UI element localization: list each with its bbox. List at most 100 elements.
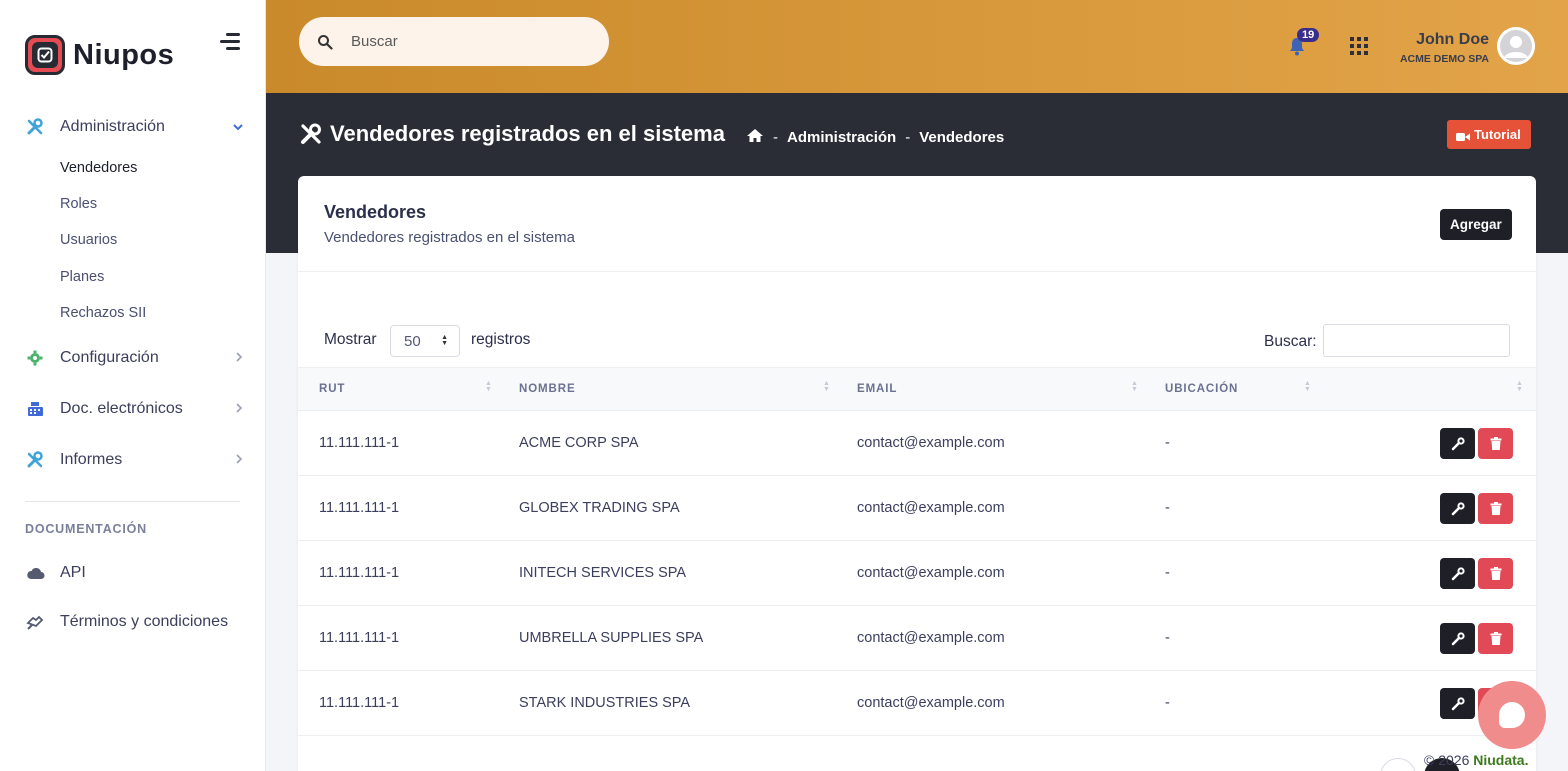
sidebar: Niupos Administración Vendedores Roles U… [0, 0, 266, 771]
sidebar-item-label: API [60, 564, 86, 581]
cell-nombre: STARK INDUSTRIES SPA [519, 695, 691, 711]
user-name[interactable]: John Doe [1416, 31, 1489, 49]
edit-button[interactable] [1440, 493, 1475, 524]
breadcrumb-item-administracion[interactable]: Administración [787, 129, 896, 146]
cell-nombre: GLOBEX TRADING SPA [519, 500, 680, 516]
page-size-value: 50 [404, 332, 421, 350]
edit-button[interactable] [1440, 688, 1475, 719]
delete-button[interactable] [1478, 558, 1513, 589]
table-row: 11.111.111-1 ACME CORP SPA contact@examp… [298, 411, 1536, 476]
sidebar-subitem-rechazos[interactable]: Rechazos SII [60, 305, 146, 321]
search-icon [317, 34, 333, 50]
table-header: RUT ▲ ▼ NOMBRE ▲ ▼ EMAIL ▲ ▼ UBICACIÓN ▲ ▼ ▲… [298, 367, 1536, 411]
sidebar-item-administracion[interactable]: Administración [25, 117, 245, 137]
sidebar-subitem-planes[interactable]: Planes [60, 269, 104, 285]
trash-icon [1490, 567, 1501, 580]
sidebar-item-informes[interactable]: Informes [25, 450, 245, 470]
cloud-icon [25, 563, 45, 583]
home-icon[interactable] [746, 128, 764, 147]
cell-email: contact@example.com [857, 695, 1005, 711]
edit-button[interactable] [1440, 428, 1475, 459]
global-search-input[interactable] [351, 33, 571, 50]
edit-button[interactable] [1440, 623, 1475, 654]
chevron-right-icon [236, 453, 243, 467]
sidebar-item-api[interactable]: API [25, 563, 245, 583]
wrench-icon [1451, 631, 1465, 645]
delete-button[interactable] [1478, 623, 1513, 654]
sidebar-item-configuracion[interactable]: Configuración [25, 348, 245, 368]
sidebar-divider [25, 501, 240, 502]
tutorial-label: Tutorial [1474, 127, 1521, 142]
table-row: 11.111.111-1 GLOBEX TRADING SPA contact@… [298, 476, 1536, 541]
handshake-icon [25, 612, 45, 632]
cell-email: contact@example.com [857, 500, 1005, 516]
page-title: Vendedores registrados en el sistema [300, 121, 725, 147]
apps-grid-icon[interactable] [1350, 37, 1368, 55]
sidebar-item-label: Términos y condiciones [60, 613, 229, 630]
breadcrumb: - Administración - Vendedores [746, 128, 1004, 147]
sidebar-subitem-vendedores[interactable]: Vendedores [60, 160, 137, 176]
footer-copyright: © 2026 Niudata. [1424, 752, 1528, 768]
brand[interactable]: Niupos [25, 35, 174, 75]
video-camera-icon [1456, 130, 1470, 141]
records-label: registros [471, 331, 531, 348]
avatar[interactable] [1497, 27, 1535, 65]
copyright-text: © 2026 [1424, 752, 1470, 768]
cell-rut: 11.111.111-1 [319, 435, 400, 451]
sort-icon[interactable]: ▲ ▼ [1516, 380, 1523, 393]
table-search-input[interactable] [1323, 324, 1510, 357]
column-header-nombre[interactable]: NOMBRE [519, 383, 576, 395]
trash-icon [1490, 437, 1501, 450]
cell-rut: 11.111.111-1 [319, 630, 400, 646]
cell-ubicacion: - [1165, 435, 1170, 451]
tools-icon [25, 117, 45, 137]
sidebar-item-terminos[interactable]: Términos y condiciones [25, 612, 245, 632]
sort-icon[interactable]: ▲ ▼ [823, 380, 830, 393]
show-label: Mostrar [324, 331, 377, 348]
notifications-badge: 19 [1297, 28, 1320, 42]
chevron-down-icon [233, 120, 243, 134]
menu-toggle-icon[interactable] [220, 33, 242, 54]
tutorial-button[interactable]: Tutorial [1447, 120, 1531, 149]
user-company: ACME DEMO SPA [1399, 53, 1489, 65]
sort-icon[interactable]: ▲ ▼ [1304, 380, 1311, 393]
select-arrows-icon: ▲ ▼ [441, 334, 448, 347]
add-button[interactable]: Agregar [1440, 209, 1512, 240]
cell-rut: 11.111.111-1 [319, 565, 400, 581]
cell-nombre: UMBRELLA SUPPLIES SPA [519, 630, 704, 646]
page-size-select[interactable]: 50 ▲ ▼ [390, 325, 460, 357]
cell-ubicacion: - [1165, 565, 1170, 581]
brand-logo-icon [25, 35, 65, 75]
delete-button[interactable] [1478, 493, 1513, 524]
card-header: Vendedores Vendedores registrados en el … [298, 176, 1536, 272]
breadcrumb-item-vendedores: Vendedores [919, 129, 1005, 146]
sidebar-subitem-roles[interactable]: Roles [60, 196, 97, 212]
wrench-icon [1451, 566, 1465, 580]
sidebar-subitem-usuarios[interactable]: Usuarios [60, 232, 117, 248]
chat-launcher-button[interactable] [1478, 681, 1546, 749]
sidebar-item-label: Configuración [60, 349, 159, 366]
wrench-icon [1451, 501, 1465, 515]
table-row: 11.111.111-1 UMBRELLA SUPPLIES SPA conta… [298, 606, 1536, 671]
column-header-rut[interactable]: RUT [319, 383, 345, 395]
tools-icon [25, 450, 45, 470]
sidebar-item-doc-electronicos[interactable]: Doc. electrónicos [25, 399, 245, 419]
trash-icon [1490, 632, 1501, 645]
edit-button[interactable] [1440, 558, 1475, 589]
card-title: Vendedores [324, 202, 427, 222]
gear-icon [25, 348, 45, 368]
cell-nombre: ACME CORP SPA [519, 435, 639, 451]
table-row: 11.111.111-1 STARK INDUSTRIES SPA contac… [298, 671, 1536, 736]
cell-email: contact@example.com [857, 435, 1005, 451]
sort-icon[interactable]: ▲ ▼ [485, 380, 492, 393]
footer-company-link[interactable]: Niudata. [1473, 752, 1528, 768]
chat-bubble-icon [1499, 702, 1525, 728]
global-search[interactable] [299, 17, 609, 66]
chevron-right-icon [236, 351, 243, 365]
cell-nombre: INITECH SERVICES SPA [519, 565, 687, 581]
chevron-right-icon [236, 402, 243, 416]
column-header-ubicacion[interactable]: UBICACIÓN [1165, 383, 1238, 395]
column-header-email[interactable]: EMAIL [857, 383, 897, 395]
sort-icon[interactable]: ▲ ▼ [1131, 380, 1138, 393]
delete-button[interactable] [1478, 428, 1513, 459]
